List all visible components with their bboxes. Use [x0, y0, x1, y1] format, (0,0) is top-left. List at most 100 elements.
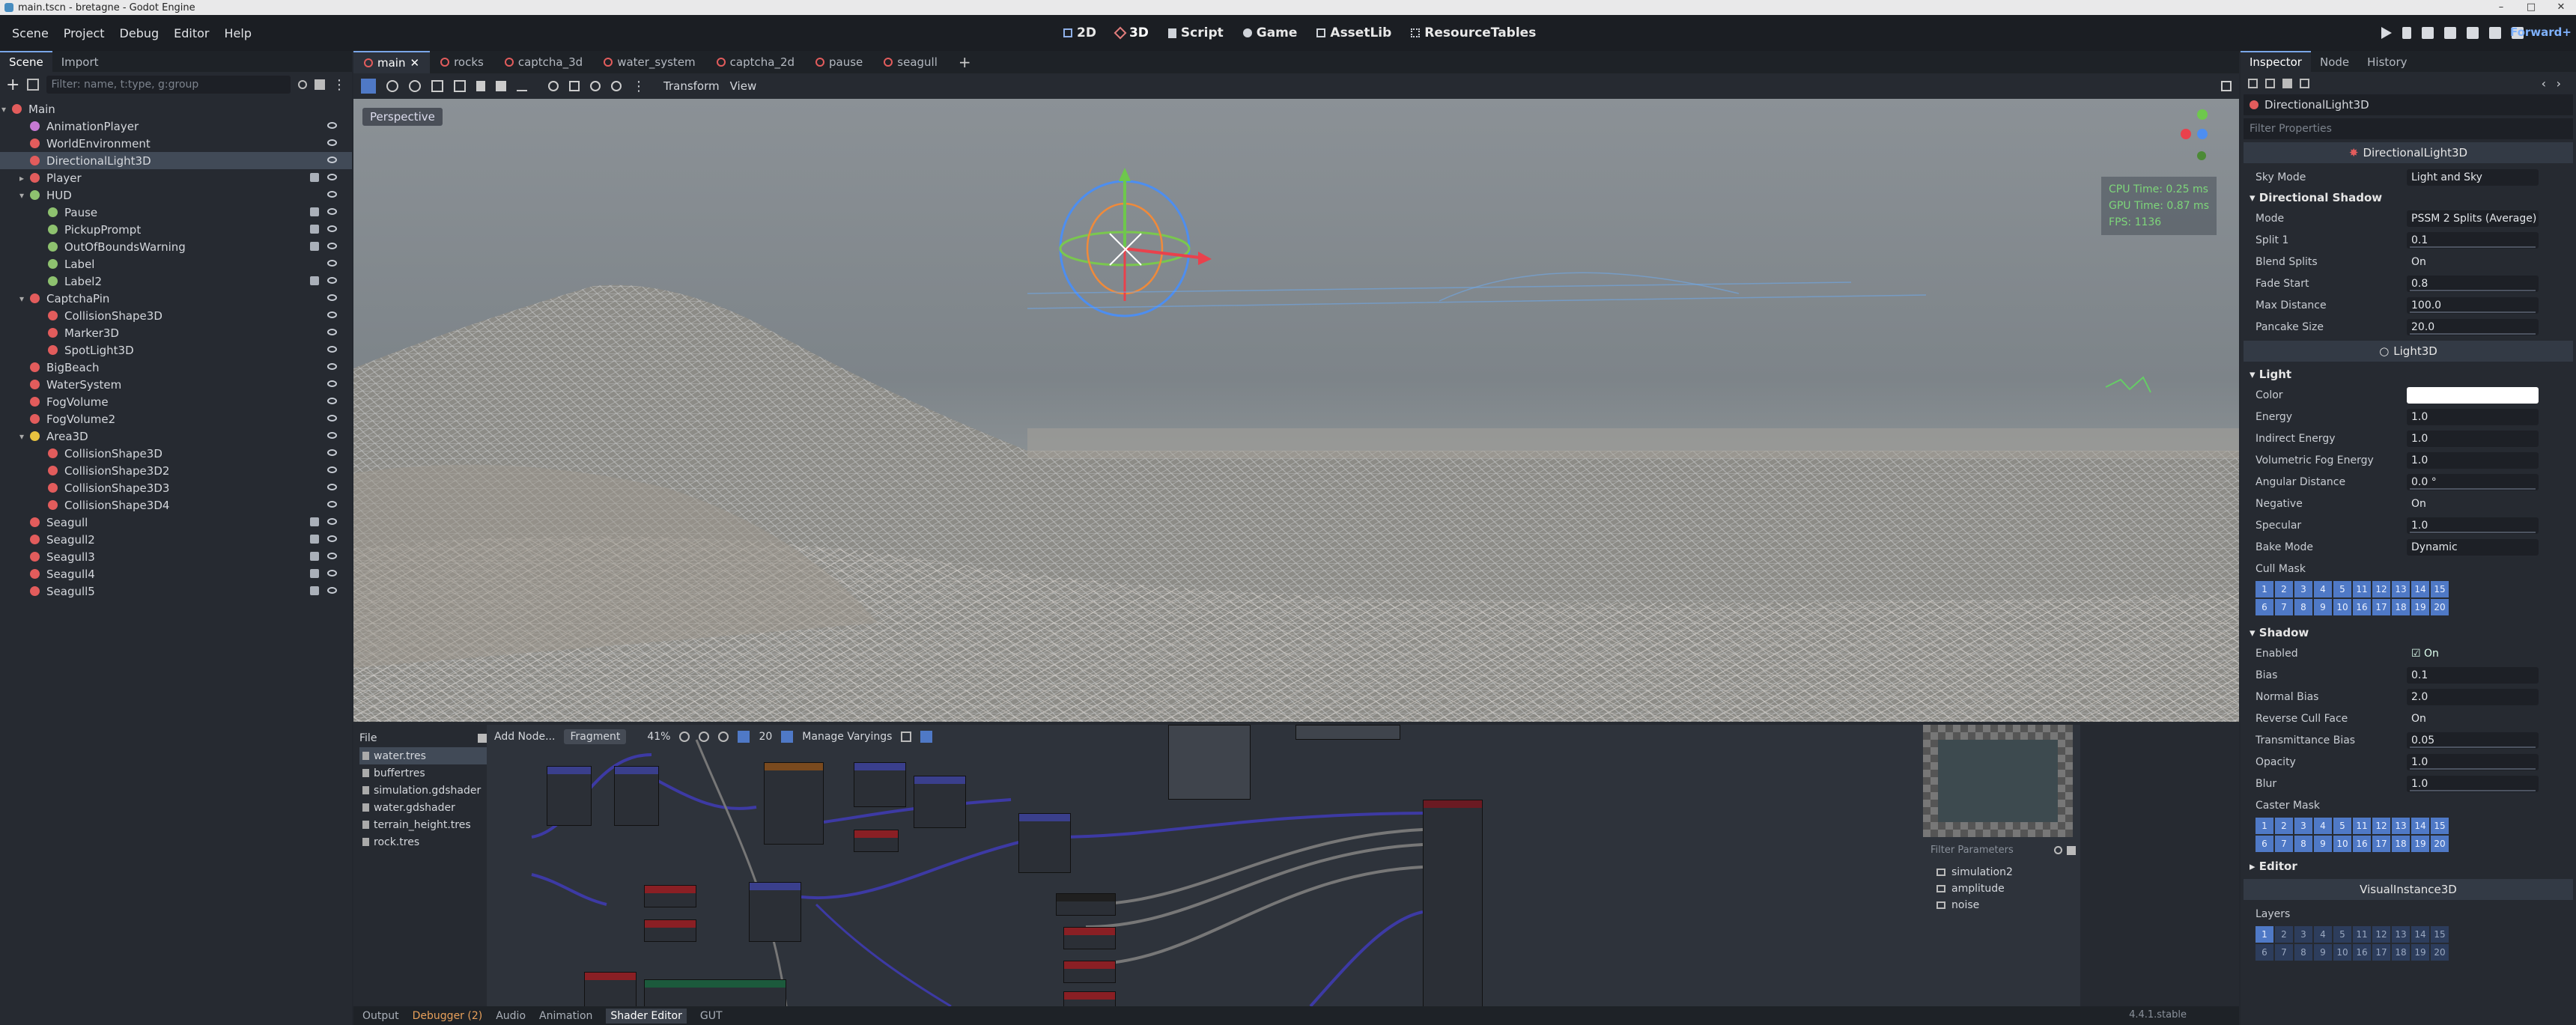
graph-node[interactable]	[749, 882, 801, 942]
scene-tree-node[interactable]: FogVolume	[0, 393, 352, 410]
volfog-field[interactable]: 1.0	[2407, 451, 2539, 469]
fold-arrow-icon[interactable]: ▾	[1, 104, 12, 115]
layer-bit[interactable]: 6	[2255, 944, 2273, 961]
layer-bit[interactable]: 15	[2431, 926, 2449, 943]
save-resource-icon[interactable]	[2282, 78, 2292, 88]
add-scene-tab-icon[interactable]: +	[948, 53, 982, 71]
visibility-eye-icon[interactable]	[327, 260, 337, 267]
menu-help[interactable]: Help	[217, 26, 259, 40]
layer-bit[interactable]: 19	[2411, 836, 2429, 852]
zoom-level[interactable]: 41%	[647, 731, 670, 743]
graph-node[interactable]	[854, 762, 906, 807]
script-badge-icon[interactable]	[310, 173, 319, 182]
visibility-eye-icon[interactable]	[327, 449, 337, 456]
object-selector[interactable]: DirectionalLight3D	[2244, 94, 2573, 115]
prop-layers[interactable]: Layers	[2241, 903, 2576, 925]
scene-tree-node[interactable]: Seagull4	[0, 565, 352, 583]
layer-bit[interactable]: 13	[2392, 818, 2410, 834]
play-scene-icon[interactable]	[2467, 27, 2479, 39]
class-header-light3d[interactable]: ○ Light3D	[2244, 341, 2573, 362]
scene-tree-node[interactable]: CollisionShape3D	[0, 307, 352, 324]
graph-node[interactable]	[547, 766, 592, 826]
script-badge-icon[interactable]	[310, 535, 319, 544]
visibility-eye-icon[interactable]	[327, 363, 337, 370]
scene-tree-node[interactable]: OutOfBoundsWarning	[0, 238, 352, 255]
layer-bit[interactable]: 11	[2353, 581, 2371, 597]
layer-bit[interactable]: 11	[2353, 926, 2371, 943]
visibility-eye-icon[interactable]	[327, 311, 337, 318]
layer-bit[interactable]: 20	[2431, 599, 2449, 615]
property-filter[interactable]: Filter Properties	[2244, 118, 2573, 139]
open-resource-icon[interactable]	[2265, 78, 2275, 88]
layer-bit[interactable]: 6	[2255, 599, 2273, 615]
scene-tree-node[interactable]: BigBeach	[0, 359, 352, 376]
layer-bit[interactable]: 7	[2275, 599, 2293, 615]
visibility-eye-icon[interactable]	[327, 587, 337, 594]
layer-bit[interactable]: 2	[2275, 818, 2293, 834]
minimize-button[interactable]: –	[2486, 0, 2516, 15]
prop-blur[interactable]: Blur 1.0	[2241, 773, 2576, 794]
layer-bit[interactable]: 17	[2372, 944, 2390, 961]
layer-bit[interactable]: 12	[2372, 818, 2390, 834]
script-badge-icon[interactable]	[310, 276, 319, 285]
layer-bit[interactable]: 2	[2275, 926, 2293, 943]
history-forward-icon[interactable]: ›	[2557, 76, 2561, 91]
graph-node[interactable]	[1063, 927, 1116, 949]
script-badge-icon[interactable]	[310, 552, 319, 561]
scene-tab-seagull[interactable]: seagull	[873, 51, 948, 73]
snap-toggle-icon[interactable]	[738, 731, 750, 743]
layers-grid[interactable]: 1 2 3 4 5 11 12 13 14 15 6 7 8 9 10 16 17 18 19 20	[2255, 926, 2576, 961]
layer-bit[interactable]: 18	[2392, 944, 2410, 961]
distraction-free-icon[interactable]	[2221, 81, 2232, 91]
scene-tree-node[interactable]: Seagull	[0, 514, 352, 531]
layer-bit[interactable]: 14	[2411, 818, 2429, 834]
group-shadow[interactable]: ▾ Shadow	[2241, 623, 2576, 642]
layer-bit[interactable]: 9	[2314, 944, 2332, 961]
prop-pancake-size[interactable]: Pancake Size 20.0	[2241, 316, 2576, 338]
layer-bit[interactable]: 18	[2392, 836, 2410, 852]
tab-scene[interactable]: Scene	[0, 51, 52, 72]
graph-node[interactable]	[1056, 893, 1116, 916]
visibility-eye-icon[interactable]	[327, 139, 337, 146]
move-tool-icon[interactable]	[386, 80, 398, 92]
layer-bit[interactable]: 8	[2294, 944, 2312, 961]
toggle-files-icon[interactable]	[478, 734, 487, 743]
fold-arrow-icon[interactable]: ▾	[19, 190, 30, 201]
scene-tree-node[interactable]: CollisionShape3D3	[0, 479, 352, 496]
prop-energy[interactable]: Energy 1.0	[2241, 406, 2576, 428]
layer-bit[interactable]: 3	[2294, 818, 2312, 834]
shader-file-item[interactable]: water.tres	[359, 747, 487, 764]
layer-bit[interactable]: 3	[2294, 581, 2312, 597]
bias-field[interactable]: 0.1	[2407, 666, 2539, 684]
list-select-icon[interactable]	[454, 80, 466, 92]
pancake-size-slider[interactable]: 20.0	[2407, 318, 2539, 335]
x-axis-icon[interactable]	[2181, 129, 2191, 139]
scene-tree-node[interactable]: Seagull2	[0, 531, 352, 548]
shadow-enabled-checkbox[interactable]: ☑ On	[2407, 645, 2539, 662]
prop-reverse-cull-face[interactable]: Reverse Cull Face On	[2241, 708, 2576, 729]
layer-bit[interactable]: 14	[2411, 581, 2429, 597]
prop-negative[interactable]: Negative On	[2241, 493, 2576, 514]
layer-bit[interactable]: 16	[2353, 836, 2371, 852]
scene-tree-node[interactable]: CollisionShape3D2	[0, 462, 352, 479]
add-node-button[interactable]: Add Node...	[494, 731, 555, 743]
shader-param-item[interactable]: noise	[1925, 897, 2080, 913]
layer-bit[interactable]: 13	[2392, 926, 2410, 943]
prop-shadow-enabled[interactable]: Enabled ☑ On	[2241, 642, 2576, 664]
visibility-eye-icon[interactable]	[327, 501, 337, 508]
bottom-tab-gut[interactable]: GUT	[700, 1010, 723, 1022]
fade-start-slider[interactable]: 0.8	[2407, 275, 2539, 292]
script-badge-icon[interactable]	[310, 586, 319, 595]
scene-tree-node[interactable]: CollisionShape3D4	[0, 496, 352, 514]
visibility-eye-icon[interactable]	[327, 294, 337, 301]
blur-slider[interactable]: 1.0	[2407, 775, 2539, 792]
layer-bit[interactable]: 19	[2411, 599, 2429, 615]
group-icon[interactable]	[496, 81, 506, 91]
scene-tab-water-system[interactable]: water_system	[593, 51, 705, 73]
maximize-button[interactable]: □	[2516, 0, 2546, 15]
layer-bit[interactable]: 20	[2431, 944, 2449, 961]
workspace-3d[interactable]: 3D	[1114, 25, 1149, 40]
scene-tree-node[interactable]: Label2	[0, 273, 352, 290]
layer-bit[interactable]: 15	[2431, 818, 2449, 834]
script-badge-icon[interactable]	[310, 242, 319, 251]
